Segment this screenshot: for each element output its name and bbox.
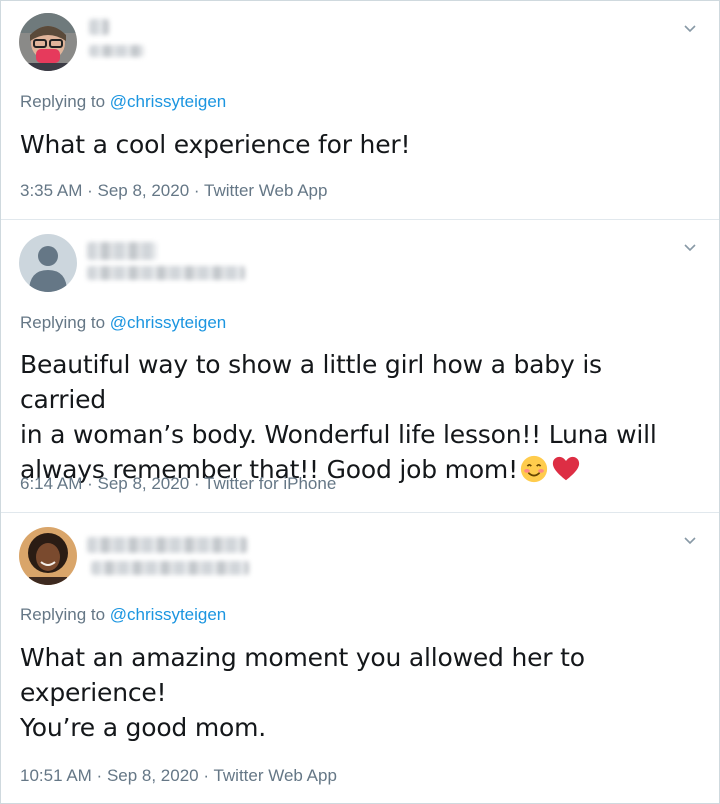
tweet-text-line: in a woman’s body. Wonderful life lesson… — [20, 420, 657, 449]
replying-to: Replying to @chrissyteigen — [20, 92, 226, 112]
replying-to: Replying to @chrissyteigen — [20, 605, 226, 625]
tweet-text-line: experience! — [20, 678, 167, 707]
tweet[interactable]: Replying to @chrissyteigen What a cool e… — [1, 1, 719, 220]
tweet-text-line: Beautiful way to show a little girl how … — [20, 350, 602, 414]
tweet-meta: 6:14 AM · Sep 8, 2020 · Twitter for iPho… — [20, 474, 336, 494]
separator: · — [189, 474, 204, 493]
replying-label: Replying to — [20, 605, 106, 624]
tweet-source[interactable]: Twitter Web App — [213, 766, 336, 785]
tweet-text-line: What an amazing moment you allowed her t… — [20, 643, 585, 672]
chevron-down-icon[interactable] — [683, 240, 697, 254]
tweet-meta: 10:51 AM · Sep 8, 2020 · Twitter Web App — [20, 766, 337, 786]
blurred-display-name — [87, 537, 247, 553]
tweet-text: Beautiful way to show a little girl how … — [20, 347, 689, 487]
replying-label: Replying to — [20, 92, 106, 111]
tweet-meta: 3:35 AM · Sep 8, 2020 · Twitter Web App — [20, 181, 327, 201]
blurred-display-name — [87, 242, 157, 260]
blurred-username — [91, 561, 249, 575]
tweet-text-line: What a cool experience for her! — [20, 130, 411, 159]
blurred-username — [89, 45, 144, 57]
blurred-username — [87, 266, 245, 280]
tweet-text-line: You’re a good mom. — [20, 713, 266, 742]
tweet-time[interactable]: 3:35 AM — [20, 181, 82, 200]
tweet-source[interactable]: Twitter Web App — [204, 181, 327, 200]
tweet-date[interactable]: Sep 8, 2020 — [107, 766, 199, 785]
avatar[interactable] — [19, 234, 77, 292]
avatar[interactable] — [19, 527, 77, 585]
tweet[interactable]: Replying to @chrissyteigen What an amazi… — [1, 513, 719, 803]
reply-handle-link[interactable]: @chrissyteigen — [110, 313, 226, 332]
tweet-time[interactable]: 6:14 AM — [20, 474, 82, 493]
reply-handle-link[interactable]: @chrissyteigen — [110, 605, 226, 624]
separator: · — [198, 766, 214, 785]
separator: · — [82, 474, 98, 493]
chevron-down-icon[interactable] — [683, 533, 697, 547]
tweet-time[interactable]: 10:51 AM — [20, 766, 92, 785]
red-heart-icon — [552, 456, 580, 481]
replying-label: Replying to — [20, 313, 106, 332]
replying-to: Replying to @chrissyteigen — [20, 313, 226, 333]
separator: · — [91, 766, 107, 785]
reply-handle-link[interactable]: @chrissyteigen — [110, 92, 226, 111]
tweet-text: What a cool experience for her! — [20, 127, 689, 162]
smiling-face-icon — [520, 455, 548, 483]
separator: · — [82, 181, 98, 200]
tweet-source[interactable]: Twitter for iPhone — [204, 474, 336, 493]
separator: · — [189, 181, 204, 200]
tweet-date[interactable]: Sep 8, 2020 — [97, 474, 189, 493]
tweet-thread: Replying to @chrissyteigen What a cool e… — [0, 0, 720, 804]
tweet[interactable]: Replying to @chrissyteigen Beautiful way… — [1, 220, 719, 513]
blurred-display-name — [89, 19, 109, 35]
tweet-text: What an amazing moment you allowed her t… — [20, 640, 689, 745]
avatar[interactable] — [19, 13, 77, 71]
chevron-down-icon[interactable] — [683, 21, 697, 35]
tweet-date[interactable]: Sep 8, 2020 — [97, 181, 189, 200]
